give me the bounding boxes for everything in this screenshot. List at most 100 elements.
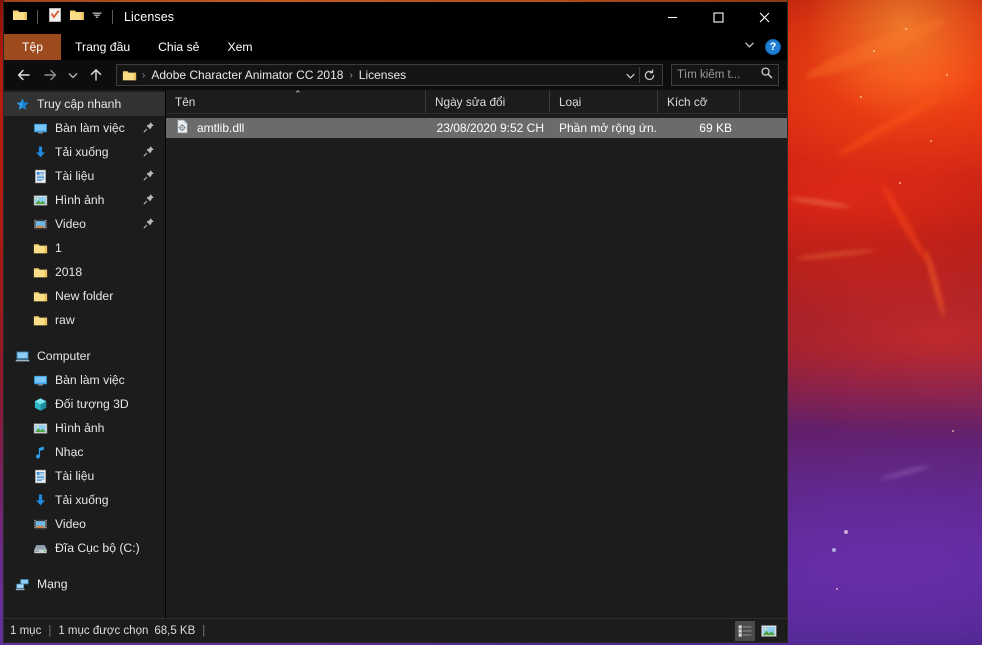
properties-icon[interactable]	[47, 7, 63, 28]
column-header-date-modified[interactable]: Ngày sửa đổi	[426, 90, 550, 113]
sidebar-item-label: Tài liệu	[55, 469, 95, 483]
pictures-icon	[32, 420, 48, 436]
maximize-button[interactable]	[695, 0, 741, 34]
minimize-button[interactable]	[649, 0, 695, 34]
column-header-filler	[740, 90, 787, 113]
new-folder-icon[interactable]	[69, 7, 85, 28]
sidebar-item-folder-raw[interactable]: raw	[4, 308, 165, 332]
sidebar-item-label: Bàn làm việc	[55, 121, 125, 135]
pin-icon[interactable]	[143, 169, 155, 184]
navigation-pane[interactable]: Truy cập nhanh Bàn làm việc Tải xuống Tà…	[4, 90, 166, 618]
sidebar-item-network[interactable]: Mạng	[4, 572, 165, 596]
search-input[interactable]	[677, 69, 756, 81]
dll-file-icon	[175, 119, 190, 137]
tab-share[interactable]: Chia sẻ	[144, 34, 213, 60]
column-header-label: Loại	[559, 94, 582, 109]
tab-file[interactable]: Tệp	[4, 34, 62, 60]
qat-separator-2	[112, 10, 113, 24]
sidebar-item-label: Computer	[37, 349, 91, 363]
chevron-down-icon[interactable]	[743, 38, 756, 56]
table-row[interactable]: amtlib.dll 23/08/2020 9:52 CH Phần mở rộ…	[166, 118, 787, 138]
sidebar-item-label: Video	[55, 517, 86, 531]
sidebar-item-computer-downloads[interactable]: Tải xuống	[4, 488, 165, 512]
star-icon	[14, 96, 30, 112]
documents-icon	[32, 468, 48, 484]
computer-icon	[14, 348, 30, 364]
close-button[interactable]	[741, 0, 787, 34]
sidebar-item-label: 1	[55, 241, 62, 255]
refresh-icon[interactable]	[640, 65, 658, 85]
breadcrumb-separator[interactable]: ›	[141, 70, 146, 81]
back-button[interactable]	[12, 63, 36, 87]
status-selection: 1 mục được chọn	[58, 624, 149, 637]
help-icon[interactable]: ?	[765, 39, 781, 55]
folder-icon	[32, 240, 48, 256]
column-header-name[interactable]: ⌃ Tên	[166, 89, 426, 113]
search-box[interactable]	[671, 64, 779, 86]
sidebar-item-folder-2018[interactable]: 2018	[4, 260, 165, 284]
pin-icon[interactable]	[143, 193, 155, 208]
qat-separator-1	[37, 10, 38, 24]
folder-icon	[32, 312, 48, 328]
column-headers: ⌃ Tên Ngày sửa đổi Loại Kích cỡ	[166, 89, 787, 114]
large-icons-view-button[interactable]	[759, 621, 779, 641]
file-rows[interactable]: amtlib.dll 23/08/2020 9:52 CH Phần mở rộ…	[166, 114, 787, 618]
pin-icon[interactable]	[143, 145, 155, 160]
sidebar-item-desktop[interactable]: Bàn làm việc	[4, 116, 165, 140]
pin-icon[interactable]	[143, 121, 155, 136]
sidebar-item-computer[interactable]: Computer	[4, 344, 165, 368]
sidebar-item-label: Tải xuống	[55, 145, 109, 159]
chevron-down-icon[interactable]	[91, 8, 103, 26]
folder-icon[interactable]	[12, 7, 28, 28]
explorer-body: Truy cập nhanh Bàn làm việc Tải xuống Tà…	[4, 89, 787, 618]
breadcrumb-item-current[interactable]: Licenses	[355, 68, 410, 82]
breadcrumb-item-parent[interactable]: Adobe Character Animator CC 2018	[147, 68, 347, 82]
sidebar-item-label: Hình ảnh	[55, 193, 105, 207]
tab-view[interactable]: Xem	[213, 34, 266, 60]
3d-objects-icon	[32, 396, 48, 412]
details-view-button[interactable]	[735, 621, 755, 641]
sidebar-item-label: Tài liệu	[55, 169, 95, 183]
sidebar-item-folder-new-folder[interactable]: New folder	[4, 284, 165, 308]
tab-home[interactable]: Trang đầu	[61, 34, 144, 60]
sidebar-item-pictures[interactable]: Hình ảnh	[4, 188, 165, 212]
breadcrumb[interactable]: › Adobe Character Animator CC 2018 › Lic…	[116, 64, 663, 86]
sidebar-item-local-disk-c[interactable]: Đĩa Cục bộ (C:)	[4, 536, 165, 560]
folder-icon	[32, 264, 48, 280]
sidebar-item-computer-videos[interactable]: Video	[4, 512, 165, 536]
sidebar-item-quick-access[interactable]: Truy cập nhanh	[4, 92, 165, 116]
quick-access-toolbar	[12, 7, 116, 28]
pictures-icon	[32, 192, 48, 208]
file-list-pane: ⌃ Tên Ngày sửa đổi Loại Kích cỡ amtlib.d…	[166, 89, 787, 618]
sidebar-item-computer-pictures[interactable]: Hình ảnh	[4, 416, 165, 440]
column-header-size[interactable]: Kích cỡ	[658, 90, 740, 113]
nav-group-spacer-2	[4, 560, 165, 572]
folder-icon[interactable]	[121, 68, 140, 83]
column-header-type[interactable]: Loại	[550, 90, 658, 113]
sidebar-item-label: Video	[55, 217, 86, 231]
forward-button[interactable]	[38, 63, 62, 87]
sidebar-item-computer-desktop[interactable]: Bàn làm việc	[4, 368, 165, 392]
pin-icon[interactable]	[143, 217, 155, 232]
sidebar-item-label: Truy cập nhanh	[37, 97, 122, 111]
up-button[interactable]	[84, 63, 108, 87]
sidebar-item-folder-1[interactable]: 1	[4, 236, 165, 260]
sidebar-item-videos[interactable]: Video	[4, 212, 165, 236]
sidebar-item-label: Bàn làm việc	[55, 373, 125, 387]
sidebar-item-3d-objects[interactable]: Đối tượng 3D	[4, 392, 165, 416]
address-dropdown-icon[interactable]	[621, 65, 639, 85]
sidebar-item-downloads[interactable]: Tải xuống	[4, 140, 165, 164]
sidebar-item-label: Mạng	[37, 577, 68, 591]
search-icon[interactable]	[760, 66, 773, 84]
sidebar-item-label: 2018	[55, 265, 83, 279]
breadcrumb-separator[interactable]: ›	[348, 70, 353, 81]
title-bar[interactable]: Licenses	[4, 0, 787, 34]
sidebar-item-computer-documents[interactable]: Tài liệu	[4, 464, 165, 488]
breadcrumb-list: › Adobe Character Animator CC 2018 › Lic…	[121, 68, 621, 83]
file-date-cell: 23/08/2020 9:52 CH	[436, 121, 544, 135]
sidebar-item-documents[interactable]: Tài liệu	[4, 164, 165, 188]
local-disk-icon	[32, 540, 48, 556]
recent-locations-button[interactable]	[64, 63, 82, 87]
sidebar-item-music[interactable]: Nhạc	[4, 440, 165, 464]
column-header-label: Kích cỡ	[667, 94, 708, 109]
